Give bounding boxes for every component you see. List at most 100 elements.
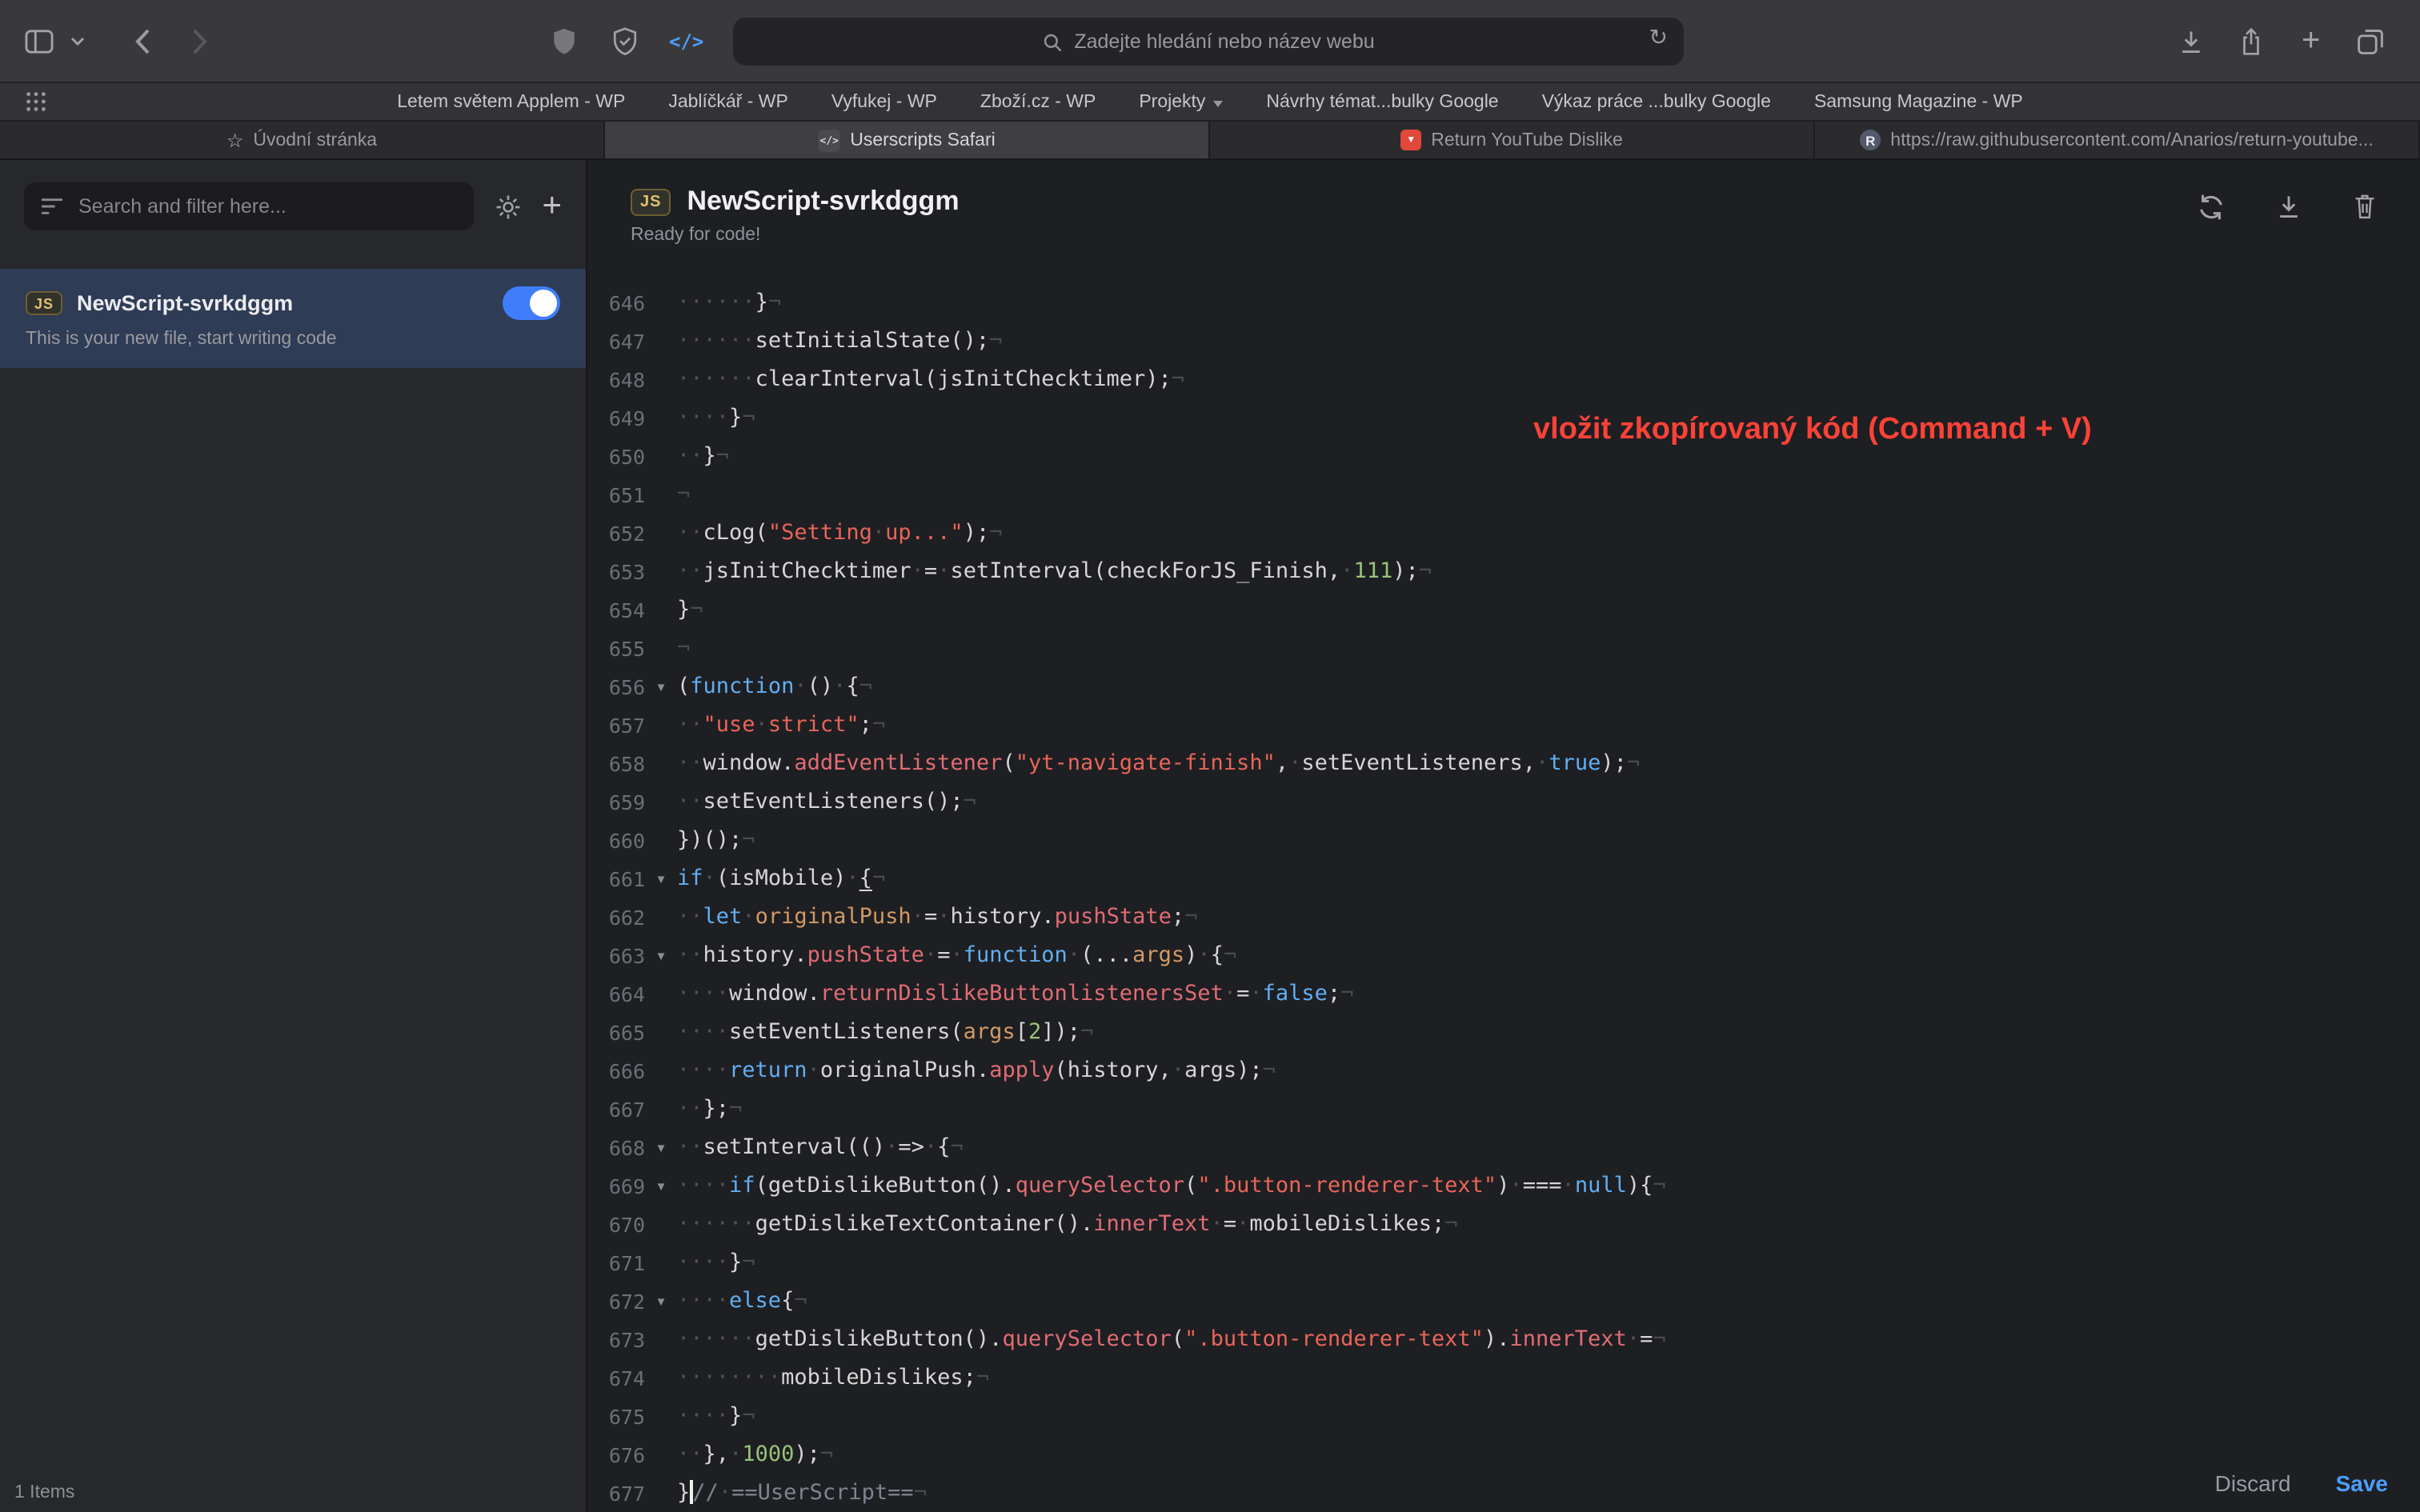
- new-script-button[interactable]: +: [542, 187, 562, 226]
- new-tab-button[interactable]: +: [2302, 22, 2320, 59]
- code-line[interactable]: 665····setEventListeners(args[2]);¬: [587, 1013, 2420, 1051]
- code-line[interactable]: 663▼··history.pushState·=·function·(...a…: [587, 936, 2420, 974]
- code-line[interactable]: 666····return·originalPush.apply(history…: [587, 1051, 2420, 1090]
- code-line[interactable]: 664····window.returnDislikeButtonlistene…: [587, 974, 2420, 1013]
- fold-arrow-icon[interactable]: ▼: [645, 948, 677, 962]
- paste-annotation: vložit zkopírovaný kód (Command + V): [1533, 413, 2092, 448]
- favorite-item[interactable]: Samsung Magazine - WP: [1814, 92, 2023, 111]
- code-line[interactable]: 654}¬: [587, 590, 2420, 629]
- favorite-item[interactable]: Projekty: [1139, 92, 1223, 111]
- code-line[interactable]: 662··let·originalPush·=·history.pushStat…: [587, 898, 2420, 936]
- code-line[interactable]: 673······getDislikeButton().querySelecto…: [587, 1320, 2420, 1358]
- sidebar-toggle-icon[interactable]: [24, 27, 54, 54]
- save-button[interactable]: Save: [2336, 1470, 2388, 1496]
- line-number: 673: [587, 1327, 645, 1351]
- code-text: ····}¬: [677, 1250, 755, 1275]
- sync-icon[interactable]: [2196, 192, 2226, 222]
- fold-arrow-icon[interactable]: ▼: [645, 871, 677, 886]
- favorite-item[interactable]: Vyfukej - WP: [831, 92, 937, 111]
- back-button[interactable]: [134, 27, 150, 54]
- code-line[interactable]: 649····}¬: [587, 398, 2420, 437]
- forward-button[interactable]: [192, 27, 208, 54]
- line-number: 661: [587, 866, 645, 890]
- code-line[interactable]: 676··},·1000);¬: [587, 1435, 2420, 1474]
- line-number: 674: [587, 1366, 645, 1390]
- script-list-item[interactable]: JSNewScript-svrkdggmThis is your new fil…: [0, 269, 586, 368]
- line-number: 677: [587, 1481, 645, 1505]
- code-line[interactable]: 655¬: [587, 629, 2420, 667]
- code-line[interactable]: 648······clearInterval(jsInitChecktimer)…: [587, 360, 2420, 398]
- fold-arrow-icon[interactable]: ▼: [645, 1140, 677, 1154]
- favorite-item[interactable]: Letem světem Applem - WP: [397, 92, 625, 111]
- share-button[interactable]: [2238, 26, 2265, 56]
- line-number: 656: [587, 674, 645, 698]
- fold-arrow-icon[interactable]: ▼: [645, 679, 677, 694]
- code-line[interactable]: 674········mobileDislikes;¬: [587, 1358, 2420, 1397]
- search-input[interactable]: Search and filter here...: [24, 182, 473, 230]
- editor-header: JS NewScript-svrkdggm Ready for code!: [587, 160, 2420, 248]
- download-icon[interactable]: [2274, 192, 2303, 222]
- code-line[interactable]: 668▼··setInterval(()·=>·{¬: [587, 1128, 2420, 1166]
- code-text: ··let·originalPush·=·history.pushState;¬: [677, 904, 1197, 930]
- tab-youtube[interactable]: Return YouTube Dislike: [1210, 122, 1815, 158]
- line-number: 663: [587, 943, 645, 967]
- userscripts-extension-icon[interactable]: </>: [669, 30, 703, 52]
- favorites-grid-icon[interactable]: [24, 90, 48, 114]
- gear-icon[interactable]: [494, 193, 521, 220]
- favorite-item[interactable]: Výkaz práce ...bulky Google: [1542, 92, 1771, 111]
- code-line[interactable]: 658··window.addEventListener("yt-navigat…: [587, 744, 2420, 782]
- extension-shield-icon[interactable]: [551, 26, 578, 56]
- code-line[interactable]: 661▼if·(isMobile)·{¬: [587, 859, 2420, 898]
- code-line[interactable]: 659··setEventListeners();¬: [587, 782, 2420, 821]
- code-line[interactable]: 675····}¬: [587, 1397, 2420, 1435]
- line-number: 672: [587, 1289, 645, 1313]
- code-line[interactable]: 672▼····else{¬: [587, 1282, 2420, 1320]
- code-line[interactable]: 647······setInitialState();¬: [587, 322, 2420, 360]
- code-lines[interactable]: 646······}¬647······setInitialState();¬6…: [587, 283, 2420, 1512]
- trash-icon[interactable]: [2351, 192, 2378, 222]
- favorite-item[interactable]: Návrhy témat...bulky Google: [1266, 92, 1498, 111]
- favorite-item[interactable]: Zboží.cz - WP: [980, 92, 1096, 111]
- line-number: 670: [587, 1212, 645, 1236]
- privacy-shield-check-icon[interactable]: [611, 26, 639, 56]
- enabled-toggle[interactable]: [503, 286, 560, 320]
- address-bar[interactable]: Zadejte hledání nebo název webu ↻: [733, 18, 1684, 66]
- code-line[interactable]: 656▼(function·()·{¬: [587, 667, 2420, 706]
- fold-arrow-icon[interactable]: ▼: [645, 1178, 677, 1193]
- code-line[interactable]: 667 ··};¬: [587, 1090, 2420, 1128]
- line-number: 669: [587, 1174, 645, 1198]
- code-text: ··window.addEventListener("yt-navigate-f…: [677, 750, 1640, 776]
- discard-button[interactable]: Discard: [2215, 1470, 2291, 1496]
- line-number: 667: [587, 1097, 645, 1121]
- tab-title: Return YouTube Dislike: [1431, 130, 1623, 150]
- code-text: ··};¬: [677, 1096, 742, 1122]
- line-number: 646: [587, 290, 645, 314]
- reload-icon[interactable]: ↻: [1649, 24, 1668, 51]
- tab-userscripts[interactable]: Userscripts Safari: [605, 122, 1210, 158]
- tab-r[interactable]: https://raw.githubusercontent.com/Anario…: [1815, 122, 2420, 158]
- code-line[interactable]: 677}//·==UserScript==¬: [587, 1474, 2420, 1512]
- code-text: ··setInterval(()·=>·{¬: [677, 1134, 964, 1160]
- code-line[interactable]: 652··cLog("Setting·up...");¬: [587, 514, 2420, 552]
- fold-arrow-icon[interactable]: ▼: [645, 1294, 677, 1308]
- code-line[interactable]: 671····}¬: [587, 1243, 2420, 1282]
- code-text: ······}¬: [677, 290, 781, 315]
- code-line[interactable]: 670······getDislikeTextContainer().inner…: [587, 1205, 2420, 1243]
- code-text: ······setInitialState();¬: [677, 328, 1002, 354]
- code-line[interactable]: 660})();¬: [587, 821, 2420, 859]
- tab-overview-button[interactable]: [2356, 26, 2385, 55]
- editor-status: Ready for code!: [631, 226, 2420, 248]
- code-line[interactable]: 650··}¬: [587, 437, 2420, 475]
- favorite-item[interactable]: Jablíčkář - WP: [668, 92, 788, 111]
- code-line[interactable]: 669▼····if(getDislikeButton().querySelec…: [587, 1166, 2420, 1205]
- chevron-down-icon: [1213, 100, 1223, 106]
- tab-star[interactable]: Úvodní stránka: [0, 122, 605, 158]
- code-text: ··history.pushState·=·function·(...args)…: [677, 942, 1236, 968]
- favorites-bar: Letem světem Applem - WP Jablíčkář - WP Vy…: [0, 83, 2420, 122]
- downloads-button[interactable]: [2177, 26, 2206, 55]
- code-line[interactable]: 657··"use·strict";¬: [587, 706, 2420, 744]
- code-line[interactable]: 653··jsInitChecktimer·=·setInterval(chec…: [587, 552, 2420, 590]
- code-line[interactable]: 651¬: [587, 475, 2420, 514]
- sidebar-chevron-down-icon[interactable]: [70, 36, 85, 46]
- code-line[interactable]: 646 ······}¬: [587, 283, 2420, 322]
